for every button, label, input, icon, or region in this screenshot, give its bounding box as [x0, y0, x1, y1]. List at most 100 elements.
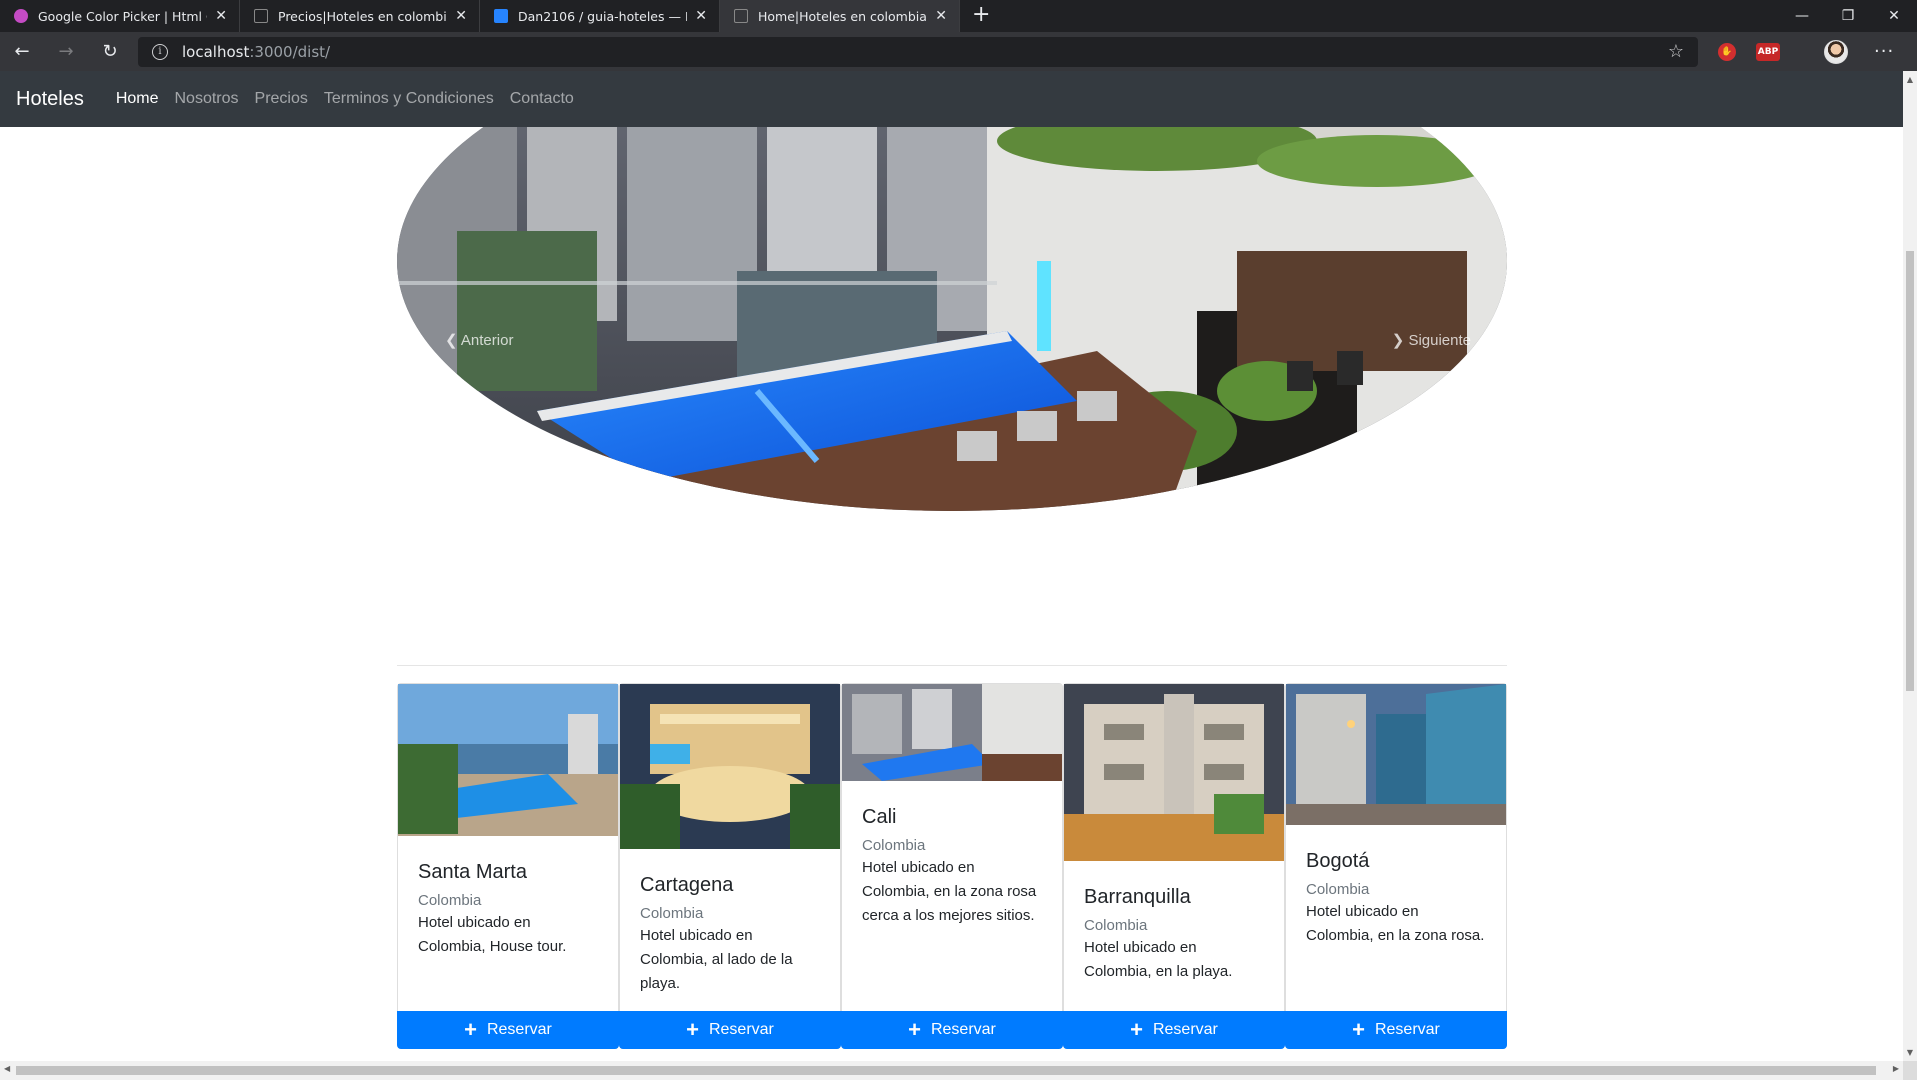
bookmark-star-icon[interactable]: ☆	[1668, 41, 1684, 62]
browser-tab[interactable]: Dan2106 / guia-hoteles — Bitbu ✕	[480, 0, 720, 32]
reservar-button[interactable]: + Reservar	[841, 1011, 1063, 1049]
card-text: Hotel ubicado en Colombia, en la zona ro…	[862, 859, 1037, 924]
reservar-button[interactable]: + Reservar	[397, 1011, 619, 1049]
card-text: Hotel ubicado en Colombia, House tour.	[418, 914, 567, 955]
reservar-button-label: Reservar	[486, 1021, 552, 1038]
chevron-right-icon: ❯	[1391, 332, 1405, 349]
card-title: Cartagena	[640, 874, 734, 896]
tab-title: Precios|Hoteles en colombia	[278, 8, 448, 24]
card-text: Hotel ubicado en Colombia, al lado de la…	[640, 927, 793, 992]
carousel-next-control[interactable]: ❯ Siguiente	[1392, 331, 1471, 349]
reservar-button-label: Reservar	[930, 1021, 996, 1038]
browser-tab[interactable]: Google Color Picker | Html Color ✕	[0, 0, 240, 32]
nav-contacto[interactable]: Contacto	[502, 90, 582, 108]
browser-menu-icon[interactable]: ···	[1874, 41, 1894, 62]
cali-image	[842, 684, 1062, 781]
minimize-icon[interactable]: —	[1779, 0, 1825, 32]
card-title: Barranquilla	[1084, 886, 1191, 908]
site-navbar: Hoteles Home Nosotros Precios Terminos y…	[0, 71, 1903, 127]
browser-tab-bar: Google Color Picker | Html Color ✕ Preci…	[0, 0, 1917, 32]
horizontal-scrollbar[interactable]: ◀ ▶	[0, 1061, 1903, 1080]
vertical-scroll-thumb[interactable]	[1906, 251, 1914, 691]
scroll-right-icon[interactable]: ▶	[1893, 1064, 1899, 1073]
hero-carousel: ❮ Anterior ❯ Siguiente	[397, 71, 1507, 511]
barranquilla-image	[1064, 684, 1284, 861]
site-brand[interactable]: Hoteles	[16, 88, 84, 111]
tab-title: Home|Hoteles en colombia	[758, 8, 927, 24]
adblock-plus-icon[interactable]: ABP	[1756, 42, 1780, 61]
reservar-button[interactable]: + Reservar	[1285, 1011, 1507, 1049]
page-favicon-icon	[254, 9, 268, 23]
card-subtitle: Colombia	[862, 837, 926, 854]
reservar-button-label: Reservar	[708, 1021, 774, 1038]
hotel-card: Santa Marta Colombia Hotel ubicado en Co…	[397, 683, 619, 1049]
horizontal-scroll-thumb[interactable]	[16, 1066, 1876, 1075]
santa-marta-image	[398, 684, 618, 836]
reservar-button[interactable]: + Reservar	[619, 1011, 841, 1049]
browser-tab[interactable]: Precios|Hoteles en colombia ✕	[240, 0, 480, 32]
color-picker-favicon-icon	[14, 9, 28, 23]
bogota-image	[1286, 684, 1506, 825]
browser-toolbar: ← → ↻ i localhost :3000/dist/ ☆ ✋ ABP ··…	[0, 32, 1917, 71]
nav-home[interactable]: Home	[108, 90, 167, 108]
plus-icon: +	[464, 1017, 477, 1042]
carousel-next-label: Siguiente	[1408, 332, 1471, 349]
scroll-left-icon[interactable]: ◀	[4, 1064, 10, 1073]
close-tab-icon[interactable]: ✕	[455, 8, 467, 24]
reservar-button-label: Reservar	[1374, 1021, 1440, 1038]
plus-icon: +	[686, 1017, 699, 1042]
hotel-cards: Santa Marta Colombia Hotel ubicado en Co…	[397, 683, 1507, 1049]
hotel-card: Bogotá Colombia Hotel ubicado en Colombi…	[1285, 683, 1507, 1049]
close-window-icon[interactable]: ✕	[1871, 0, 1917, 32]
card-title: Bogotá	[1306, 850, 1370, 872]
scrollbar-corner	[1903, 1061, 1917, 1080]
card-title: Cali	[862, 806, 897, 828]
restore-icon[interactable]: ❐	[1825, 0, 1871, 32]
close-tab-icon[interactable]: ✕	[935, 8, 947, 24]
nav-precios[interactable]: Precios	[247, 90, 316, 108]
window-controls: — ❐ ✕	[1779, 0, 1917, 32]
scroll-up-icon[interactable]: ▲	[1903, 75, 1917, 84]
plus-icon: +	[1352, 1017, 1365, 1042]
card-subtitle: Colombia	[1084, 917, 1148, 934]
profile-avatar[interactable]	[1824, 39, 1848, 64]
tab-title: Google Color Picker | Html Color	[38, 8, 207, 24]
chevron-left-icon: ❮	[445, 332, 458, 349]
cartagena-image	[620, 684, 840, 849]
forward-icon[interactable]: →	[44, 41, 88, 62]
tab-title: Dan2106 / guia-hoteles — Bitbu	[518, 8, 687, 24]
section-divider	[397, 665, 1507, 666]
page-viewport: ❮ Anterior ❯ Siguiente Hoteles Home Noso…	[0, 71, 1903, 1061]
scroll-down-icon[interactable]: ▼	[1903, 1048, 1917, 1057]
address-bar[interactable]: i localhost :3000/dist/ ☆	[138, 36, 1698, 67]
close-tab-icon[interactable]: ✕	[695, 8, 707, 24]
url-host: localhost	[182, 42, 250, 61]
stop-extension-icon[interactable]: ✋	[1718, 42, 1736, 61]
nav-terminos[interactable]: Terminos y Condiciones	[316, 90, 502, 108]
back-icon[interactable]: ←	[0, 41, 44, 62]
card-text: Hotel ubicado en Colombia, en la playa.	[1084, 939, 1233, 980]
reservar-button-label: Reservar	[1152, 1021, 1218, 1038]
carousel-prev-label: Anterior	[460, 332, 514, 349]
carousel-prev-control[interactable]: ❮ Anterior	[445, 331, 513, 349]
hotel-pool-image	[397, 71, 1507, 511]
plus-icon: +	[1130, 1017, 1143, 1042]
reload-icon[interactable]: ↻	[88, 41, 132, 62]
close-tab-icon[interactable]: ✕	[215, 8, 227, 24]
card-text: Hotel ubicado en Colombia, en la zona ro…	[1306, 903, 1485, 944]
plus-icon: +	[908, 1017, 921, 1042]
site-info-icon[interactable]: i	[152, 43, 168, 60]
nav-nosotros[interactable]: Nosotros	[167, 90, 247, 108]
reservar-button[interactable]: + Reservar	[1063, 1011, 1285, 1049]
hotel-card: Cali Colombia Hotel ubicado en Colombia,…	[841, 683, 1063, 1049]
card-subtitle: Colombia	[640, 905, 704, 922]
card-title: Santa Marta	[418, 861, 527, 883]
bitbucket-favicon-icon	[494, 9, 508, 23]
page-favicon-icon	[734, 9, 748, 23]
card-subtitle: Colombia	[1306, 881, 1370, 898]
new-tab-icon[interactable]: +	[960, 0, 1002, 32]
url-path: :3000/dist/	[249, 42, 331, 61]
vertical-scrollbar[interactable]: ▲ ▼	[1903, 71, 1917, 1061]
browser-tab-active[interactable]: Home|Hoteles en colombia ✕	[720, 0, 960, 32]
hotel-card: Cartagena Colombia Hotel ubicado en Colo…	[619, 683, 841, 1049]
